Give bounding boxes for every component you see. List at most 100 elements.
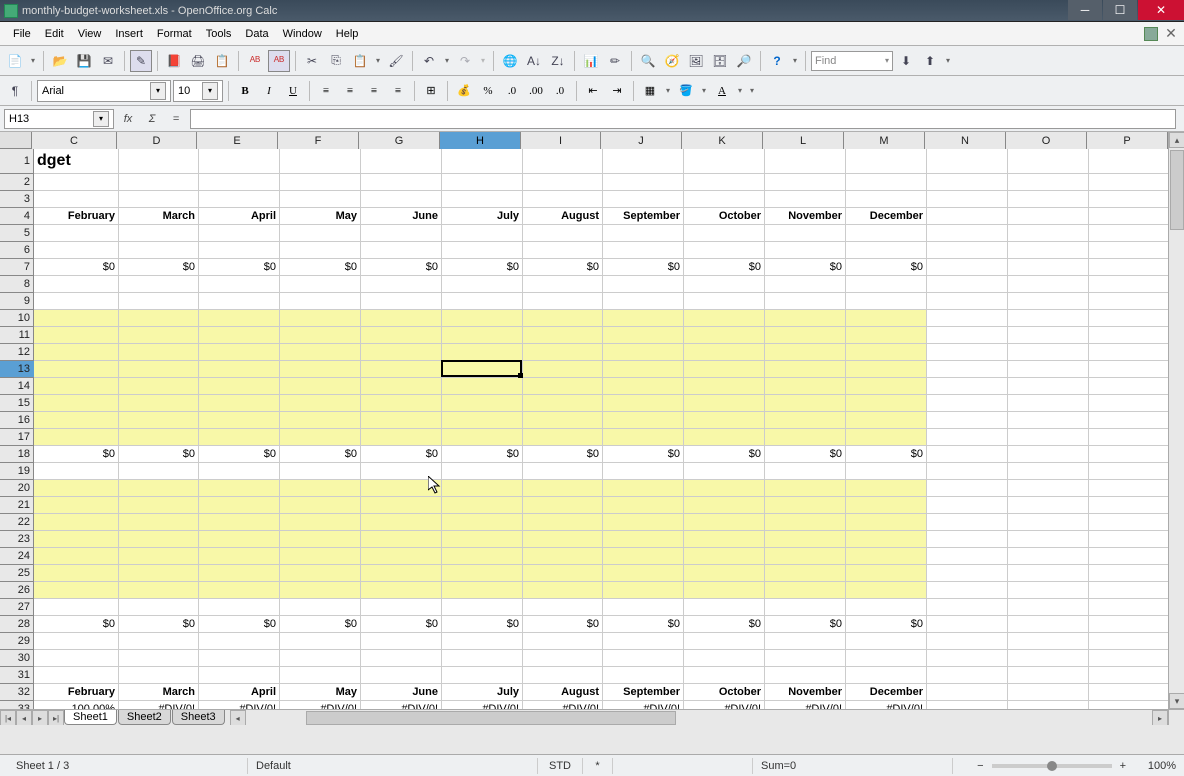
- cell-I5[interactable]: [523, 225, 603, 242]
- cell-O8[interactable]: [1008, 276, 1089, 293]
- cell-G7[interactable]: $0: [361, 259, 442, 276]
- cell-D12[interactable]: [119, 344, 199, 361]
- cell-P33[interactable]: [1089, 701, 1168, 709]
- cell-L1[interactable]: [765, 149, 846, 174]
- row-header-17[interactable]: 17: [0, 429, 34, 446]
- cell-D23[interactable]: [119, 531, 199, 548]
- cell-I12[interactable]: [523, 344, 603, 361]
- cell-N11[interactable]: [927, 327, 1008, 344]
- pdf-icon[interactable]: 📕: [163, 50, 185, 72]
- maximize-button[interactable]: ☐: [1103, 0, 1137, 20]
- col-header-G[interactable]: G: [359, 132, 440, 149]
- cell-M32[interactable]: December: [846, 684, 927, 701]
- cell-P17[interactable]: [1089, 429, 1168, 446]
- cell-K10[interactable]: [684, 310, 765, 327]
- cell-N27[interactable]: [927, 599, 1008, 616]
- cell-C7[interactable]: $0: [34, 259, 119, 276]
- cell-G33[interactable]: #DIV/0!: [361, 701, 442, 709]
- row-header-6[interactable]: 6: [0, 242, 34, 259]
- cell-N6[interactable]: [927, 242, 1008, 259]
- col-header-P[interactable]: P: [1087, 132, 1168, 149]
- cell-E13[interactable]: [199, 361, 280, 378]
- font-size-input[interactable]: 10▾: [173, 80, 223, 102]
- cell-E30[interactable]: [199, 650, 280, 667]
- cell-O25[interactable]: [1008, 565, 1089, 582]
- col-header-K[interactable]: K: [682, 132, 763, 149]
- fontcolor-button[interactable]: A: [711, 80, 733, 102]
- cell-C20[interactable]: [34, 480, 119, 497]
- cell-E1[interactable]: [199, 149, 280, 174]
- cell-K9[interactable]: [684, 293, 765, 310]
- cell-I11[interactable]: [523, 327, 603, 344]
- cell-K3[interactable]: [684, 191, 765, 208]
- row-header-2[interactable]: 2: [0, 174, 34, 191]
- find-prev-icon[interactable]: ⬆: [919, 50, 941, 72]
- cell-F6[interactable]: [280, 242, 361, 259]
- cell-E2[interactable]: [199, 174, 280, 191]
- redo-dropdown[interactable]: ▾: [478, 56, 488, 65]
- cell-C25[interactable]: [34, 565, 119, 582]
- cell-E14[interactable]: [199, 378, 280, 395]
- preview-icon[interactable]: 📋: [211, 50, 233, 72]
- row-header-12[interactable]: 12: [0, 344, 34, 361]
- cut-icon[interactable]: ✂: [301, 50, 323, 72]
- col-header-J[interactable]: J: [601, 132, 682, 149]
- cell-M5[interactable]: [846, 225, 927, 242]
- menu-data[interactable]: Data: [238, 26, 275, 42]
- cell-F14[interactable]: [280, 378, 361, 395]
- cell-O29[interactable]: [1008, 633, 1089, 650]
- cell-E10[interactable]: [199, 310, 280, 327]
- cell-I16[interactable]: [523, 412, 603, 429]
- paste-dropdown[interactable]: ▾: [373, 56, 383, 65]
- cell-F27[interactable]: [280, 599, 361, 616]
- cell-J2[interactable]: [603, 174, 684, 191]
- cell-P16[interactable]: [1089, 412, 1168, 429]
- cell-F12[interactable]: [280, 344, 361, 361]
- cell-L26[interactable]: [765, 582, 846, 599]
- cell-D15[interactable]: [119, 395, 199, 412]
- show-draw-icon[interactable]: ✏: [604, 50, 626, 72]
- cell-G32[interactable]: June: [361, 684, 442, 701]
- format-overflow[interactable]: ▾: [747, 86, 757, 95]
- cell-G8[interactable]: [361, 276, 442, 293]
- cell-N3[interactable]: [927, 191, 1008, 208]
- cell-C11[interactable]: [34, 327, 119, 344]
- cell-P6[interactable]: [1089, 242, 1168, 259]
- cell-M13[interactable]: [846, 361, 927, 378]
- autospell-icon[interactable]: ᴬᴮ: [268, 50, 290, 72]
- cell-J21[interactable]: [603, 497, 684, 514]
- cell-O6[interactable]: [1008, 242, 1089, 259]
- cell-K18[interactable]: $0: [684, 446, 765, 463]
- row-header-21[interactable]: 21: [0, 497, 34, 514]
- cell-O5[interactable]: [1008, 225, 1089, 242]
- cell-O3[interactable]: [1008, 191, 1089, 208]
- row-header-14[interactable]: 14: [0, 378, 34, 395]
- cell-M1[interactable]: [846, 149, 927, 174]
- cell-I18[interactable]: $0: [523, 446, 603, 463]
- cell-G15[interactable]: [361, 395, 442, 412]
- cell-L24[interactable]: [765, 548, 846, 565]
- close-doc-button[interactable]: ✕: [1164, 27, 1178, 41]
- cell-F1[interactable]: [280, 149, 361, 174]
- cell-J3[interactable]: [603, 191, 684, 208]
- cell-E21[interactable]: [199, 497, 280, 514]
- cell-N22[interactable]: [927, 514, 1008, 531]
- cell-I13[interactable]: [523, 361, 603, 378]
- cell-F20[interactable]: [280, 480, 361, 497]
- cell-P28[interactable]: [1089, 616, 1168, 633]
- cell-O4[interactable]: [1008, 208, 1089, 225]
- undo-dropdown[interactable]: ▾: [442, 56, 452, 65]
- cell-M16[interactable]: [846, 412, 927, 429]
- cell-M19[interactable]: [846, 463, 927, 480]
- cell-L25[interactable]: [765, 565, 846, 582]
- row-header-16[interactable]: 16: [0, 412, 34, 429]
- cell-H25[interactable]: [442, 565, 523, 582]
- menu-view[interactable]: View: [71, 26, 109, 42]
- cell-J31[interactable]: [603, 667, 684, 684]
- spellcheck-icon[interactable]: ᴬᴮ: [244, 50, 266, 72]
- cell-H14[interactable]: [442, 378, 523, 395]
- row-header-8[interactable]: 8: [0, 276, 34, 293]
- cell-D29[interactable]: [119, 633, 199, 650]
- close-button[interactable]: ✕: [1138, 0, 1184, 20]
- row-header-31[interactable]: 31: [0, 667, 34, 684]
